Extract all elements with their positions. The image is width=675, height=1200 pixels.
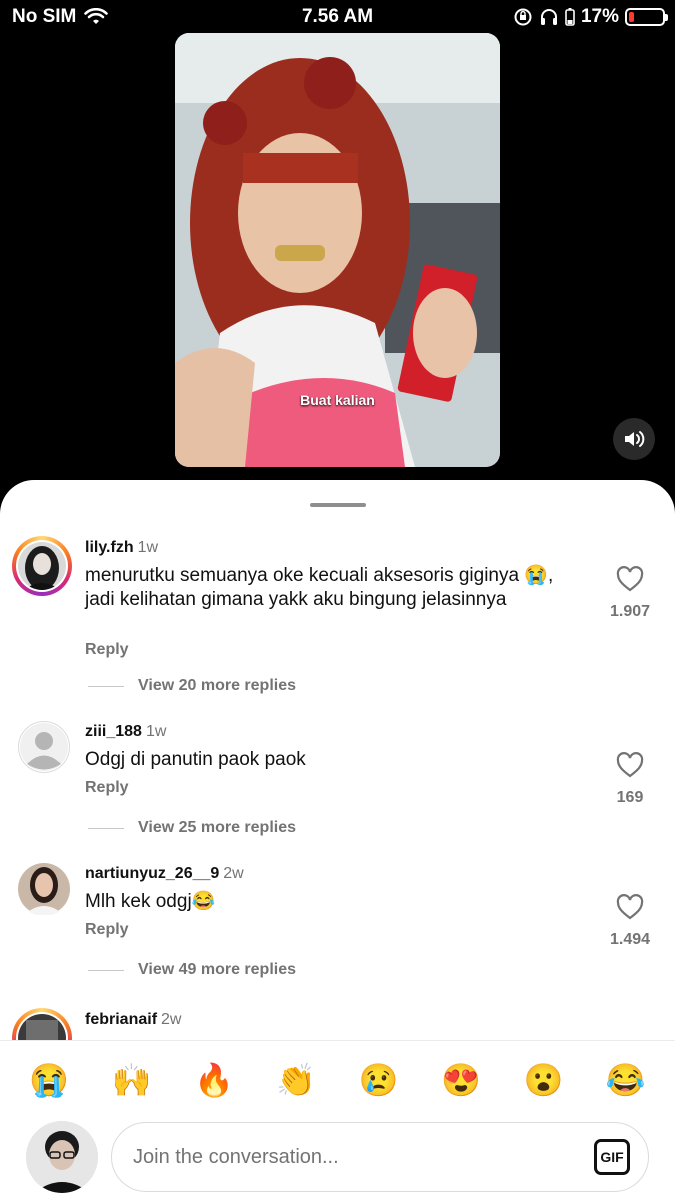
comment-username[interactable]: ziii_188 1w bbox=[85, 723, 166, 741]
like-count: 1.494 bbox=[609, 931, 651, 948]
emoji-button[interactable]: 😢 bbox=[354, 1061, 404, 1099]
username-text[interactable]: nartiunyuz_26__9 bbox=[85, 865, 219, 882]
comment-composer: Join the conversation... GIF bbox=[0, 1118, 675, 1200]
battery-percent: 17% bbox=[580, 6, 619, 27]
view-more-label[interactable]: View 25 more replies bbox=[138, 819, 296, 837]
emoji-button[interactable]: 😍 bbox=[436, 1061, 486, 1099]
video-player[interactable]: Buat kalian bbox=[175, 33, 500, 467]
comment-age: 2w bbox=[223, 865, 244, 882]
battery-icon bbox=[625, 8, 668, 26]
comment-text: Mlh kek odgj😂 bbox=[85, 891, 216, 912]
emoji-button[interactable]: 👏 bbox=[271, 1061, 321, 1099]
comment-input-placeholder: Join the conversation... bbox=[133, 1145, 339, 1168]
my-avatar bbox=[26, 1121, 98, 1193]
comment-age: 1w bbox=[145, 723, 167, 740]
comment-age: 2w bbox=[161, 1011, 182, 1028]
status-bar: No SIM 7.56 AM 17% bbox=[0, 0, 675, 34]
rotation-lock-icon bbox=[514, 8, 532, 26]
video-caption: Buat kalian bbox=[300, 392, 375, 408]
reply-button[interactable]: Reply bbox=[85, 921, 129, 939]
like-count: 169 bbox=[616, 789, 644, 806]
emoji-button[interactable]: 🔥 bbox=[189, 1061, 239, 1099]
charging-battery-icon bbox=[565, 8, 575, 26]
view-more-replies[interactable]: View 20 more replies bbox=[88, 677, 296, 695]
comment-age: 1w bbox=[137, 539, 159, 556]
like-control[interactable]: 1.494 bbox=[605, 894, 655, 949]
speaker-icon bbox=[625, 431, 645, 447]
avatar[interactable] bbox=[17, 720, 71, 774]
default-avatar-icon bbox=[18, 721, 70, 773]
comment-username[interactable]: nartiunyuz_26__9 2w bbox=[85, 865, 244, 883]
view-more-label[interactable]: View 49 more replies bbox=[138, 961, 296, 979]
user-photo bbox=[18, 863, 70, 915]
heart-icon[interactable] bbox=[616, 566, 644, 592]
user-photo bbox=[18, 542, 66, 590]
view-more-label[interactable]: View 20 more replies bbox=[138, 677, 296, 695]
view-more-replies[interactable]: View 49 more replies bbox=[88, 961, 296, 979]
username-text[interactable]: lily.fzh bbox=[85, 539, 134, 556]
user-photo bbox=[26, 1121, 98, 1193]
emoji-button[interactable]: 😭 bbox=[24, 1061, 74, 1099]
heart-icon[interactable] bbox=[616, 752, 644, 778]
like-control[interactable]: 1.907 bbox=[605, 566, 655, 621]
emoji-button[interactable]: 😮 bbox=[518, 1061, 568, 1099]
comment-text: Odgj di panutin paok paok bbox=[85, 749, 306, 770]
emoji-button[interactable]: 😂 bbox=[601, 1061, 651, 1099]
gif-button[interactable]: GIF bbox=[594, 1139, 630, 1175]
divider bbox=[88, 685, 124, 687]
like-control[interactable]: 169 bbox=[605, 752, 655, 807]
comment-username[interactable]: febrianaif 2w bbox=[85, 1011, 181, 1029]
avatar[interactable] bbox=[12, 536, 72, 596]
username-text[interactable]: febrianaif bbox=[85, 1011, 157, 1028]
divider bbox=[88, 969, 124, 971]
view-more-replies[interactable]: View 25 more replies bbox=[88, 819, 296, 837]
status-right: 17% bbox=[513, 6, 668, 28]
heart-icon[interactable] bbox=[616, 894, 644, 920]
emoji-reaction-bar: 😭 🙌 🔥 👏 😢 😍 😮 😂 bbox=[0, 1040, 675, 1118]
sound-toggle-button[interactable] bbox=[613, 418, 655, 460]
comment-text: menurutku semuanya oke kecuali aksesoris… bbox=[85, 565, 554, 610]
comment-input[interactable]: Join the conversation... GIF bbox=[111, 1122, 649, 1192]
reply-button[interactable]: Reply bbox=[85, 779, 129, 797]
divider bbox=[88, 827, 124, 829]
headphones-icon bbox=[540, 9, 557, 25]
sheet-drag-handle[interactable] bbox=[310, 503, 366, 507]
like-count: 1.907 bbox=[609, 603, 651, 620]
avatar[interactable] bbox=[17, 862, 71, 916]
comment-username[interactable]: lily.fzh 1w bbox=[85, 539, 158, 557]
emoji-button[interactable]: 🙌 bbox=[107, 1061, 157, 1099]
reply-button[interactable]: Reply bbox=[85, 641, 129, 659]
username-text[interactable]: ziii_188 bbox=[85, 723, 142, 740]
